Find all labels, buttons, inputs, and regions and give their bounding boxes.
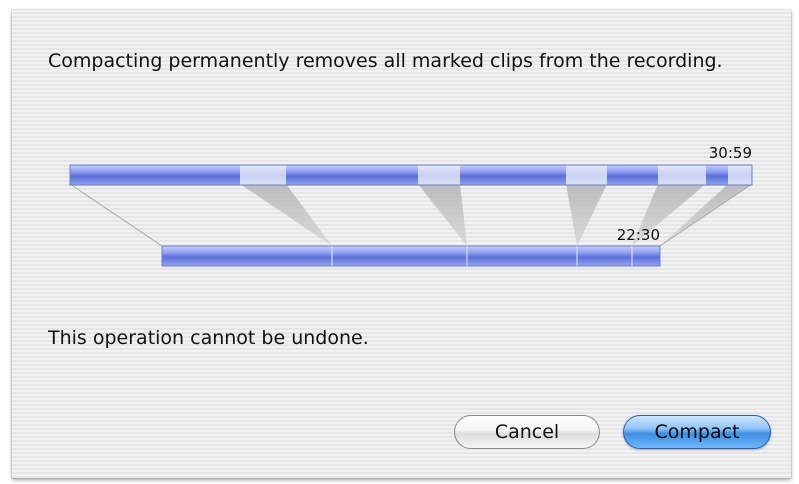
removed-clip-wedge	[566, 184, 607, 246]
dialog-warning: This operation cannot be undone.	[48, 327, 369, 349]
marked-clip	[658, 165, 706, 185]
compacted-timeline-bar	[161, 245, 661, 267]
original-duration-label: 30:59	[709, 144, 752, 162]
compact-dialog: Compacting permanently removes all marke…	[12, 10, 791, 478]
compaction-diagram: 30:59 22:30	[69, 144, 753, 267]
compacted-duration-label: 22:30	[617, 226, 660, 244]
marked-clip	[418, 165, 460, 185]
marked-clip	[240, 165, 286, 185]
marked-clip	[728, 165, 752, 185]
cancel-button[interactable]: Cancel	[454, 415, 600, 449]
removed-clip-wedge	[240, 184, 332, 246]
mapping-line-start	[69, 183, 163, 247]
removed-clip-wedge	[418, 184, 467, 246]
marked-clip	[566, 165, 607, 185]
original-timeline-bar	[69, 164, 753, 186]
compact-button[interactable]: Compact	[623, 415, 771, 449]
